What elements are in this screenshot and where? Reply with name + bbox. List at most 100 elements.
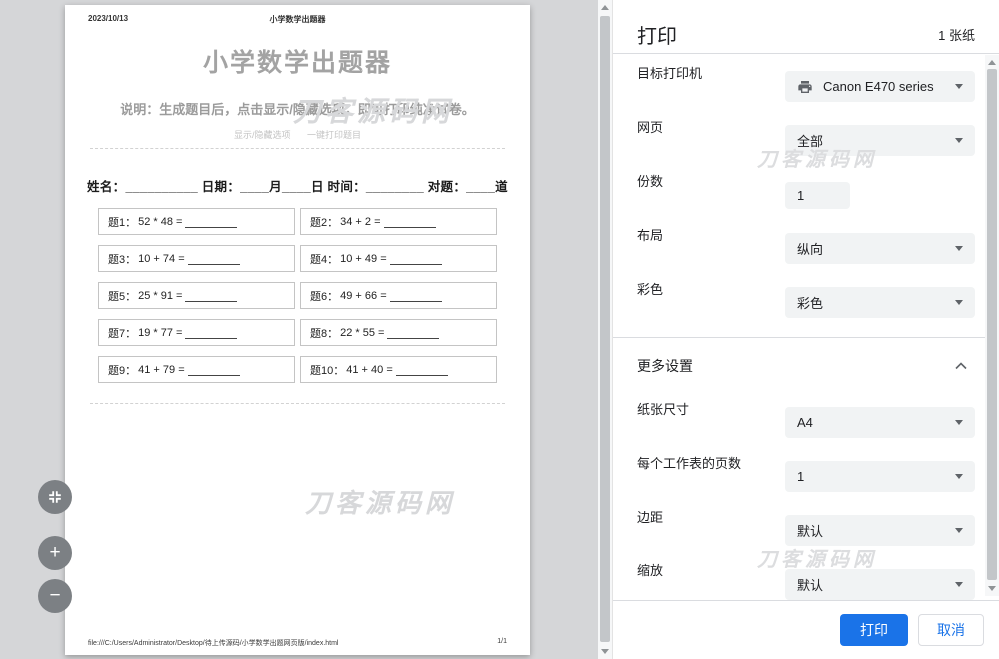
sheet-count: 1 张纸 [938, 28, 975, 43]
problem-expression: 19 * 77 = [138, 326, 183, 339]
color-label: 彩色 [637, 282, 664, 297]
problem-label: 题2： [310, 216, 339, 229]
print-settings-panel: 打印 1 张纸 目标打印机 Canon E470 series 网页 全部 份数… [613, 0, 999, 659]
margins-label: 边距 [637, 510, 664, 525]
page-title: 小学数学出题器 [202, 49, 392, 77]
copies-value: 1 [797, 188, 805, 203]
layout-value: 纵向 [797, 242, 824, 257]
print-footer: file:///C:/Users/Administrator/Desktop/待… [88, 638, 507, 648]
scale-label: 缩放 [637, 563, 664, 578]
preview-scrollbar-thumb[interactable] [600, 16, 610, 642]
print-footer-page-number: 1/1 [497, 638, 507, 645]
print-header-title: 小学数学出题器 [269, 15, 326, 24]
problem-expression: 41 + 40 = [346, 363, 393, 376]
scroll-down-icon[interactable] [988, 586, 996, 591]
margins-select[interactable]: 默认 [785, 515, 975, 546]
layout-label: 布局 [637, 228, 664, 243]
color-value: 彩色 [797, 296, 824, 311]
copies-input[interactable]: 1 [785, 182, 850, 209]
problem-label: 题10： [310, 364, 345, 377]
problem-label: 题7： [108, 327, 137, 340]
problem-label: 题5： [108, 290, 137, 303]
answer-blank [185, 327, 238, 339]
problem-label: 题6： [310, 290, 339, 303]
copies-label: 份数 [637, 174, 664, 189]
problem-label: 题8： [310, 327, 339, 340]
answer-blank [185, 290, 238, 302]
problem-box-4: 题4： 10 + 49 = [300, 245, 497, 272]
zoom-out-button[interactable]: − [38, 579, 72, 613]
pages-value: 全部 [797, 134, 824, 149]
answer-blank [187, 364, 240, 376]
scroll-up-icon[interactable] [601, 5, 609, 10]
print-header: 2023/10/13 小学数学出题器 [88, 14, 507, 24]
chevron-down-icon [955, 420, 963, 425]
settings-scrollbar[interactable] [985, 55, 999, 596]
chevron-down-icon [955, 300, 963, 305]
chevron-down-icon [955, 528, 963, 533]
zoom-in-button[interactable]: + [38, 536, 72, 570]
problem-box-3: 题3： 10 + 74 = [98, 245, 295, 272]
print-header-date: 2023/10/13 [88, 14, 129, 23]
watermark: 刀客源码网 [757, 549, 877, 571]
preview-scrollbar[interactable] [598, 0, 613, 659]
layout-select[interactable]: 纵向 [785, 233, 975, 264]
problem-label: 题4： [310, 253, 339, 266]
watermark: 刀客源码网 [305, 488, 456, 518]
paper-size-label: 纸张尺寸 [637, 402, 690, 417]
print-preview-area: 2023/10/13 小学数学出题器 小学数学出题器 说明：生成题目后，点击显示… [0, 0, 598, 659]
answer-blank [185, 216, 238, 228]
answer-blank [383, 216, 436, 228]
cancel-button[interactable]: 取消 [918, 614, 984, 646]
preview-page: 2023/10/13 小学数学出题器 小学数学出题器 说明：生成题目后，点击显示… [65, 5, 530, 655]
problem-expression: 34 + 2 = [340, 215, 381, 228]
scroll-down-icon[interactable] [601, 649, 609, 654]
print-footer-url: file:///C:/Users/Administrator/Desktop/待… [88, 640, 339, 647]
scroll-up-icon[interactable] [988, 60, 996, 65]
pages-per-sheet-select[interactable]: 1 [785, 461, 975, 492]
panel-footer: 打印 取消 [613, 600, 999, 659]
problem-label: 题3： [108, 253, 137, 266]
problem-expression: 41 + 79 = [138, 363, 185, 376]
print-button[interactable]: 打印 [840, 614, 908, 646]
problem-box-9: 题9： 41 + 79 = [98, 356, 295, 383]
paper-size-select[interactable]: A4 [785, 407, 975, 438]
section-divider [613, 337, 999, 338]
fit-to-page-button[interactable] [38, 480, 72, 514]
chevron-down-icon [955, 582, 963, 587]
pages-label: 网页 [637, 120, 664, 135]
problem-box-5: 题5： 25 * 91 = [98, 282, 295, 309]
problem-box-8: 题8： 22 * 55 = [300, 319, 497, 346]
panel-body: 目标打印机 Canon E470 series 网页 全部 份数 1 布局 纵向… [613, 55, 999, 600]
panel-header: 打印 1 张纸 [613, 0, 999, 54]
problem-expression: 10 + 74 = [138, 252, 185, 265]
problems-grid: 题1： 52 * 48 = 题2： 34 + 2 = 题3： 10 + 74 = 题4… [98, 208, 497, 383]
problem-label: 题9： [108, 364, 137, 377]
toggle-options-button[interactable]: 显示/隐藏选项 [234, 130, 291, 140]
dashed-divider-top [90, 148, 505, 149]
scale-select[interactable]: 默认 [785, 569, 975, 600]
panel-title: 打印 [637, 26, 677, 48]
student-info-line: 姓名：__________ 日期：____月____日 时间：________ … [87, 180, 508, 194]
color-select[interactable]: 彩色 [785, 287, 975, 318]
minus-icon: − [49, 585, 61, 606]
pages-select[interactable]: 全部 [785, 125, 975, 156]
destination-select[interactable]: Canon E470 series [785, 71, 975, 102]
problem-box-7: 题7： 19 * 77 = [98, 319, 295, 346]
answer-blank [387, 327, 440, 339]
scale-value: 默认 [797, 578, 824, 593]
more-settings-label: 更多设置 [637, 358, 693, 374]
problem-expression: 49 + 66 = [340, 289, 387, 302]
instructions-text: 说明：生成题目后，点击显示/隐藏选项，即可打印纯净试卷。 [120, 102, 475, 117]
fit-to-page-icon [47, 489, 63, 505]
destination-label: 目标打印机 [637, 66, 703, 81]
settings-scrollbar-thumb[interactable] [987, 69, 997, 580]
problem-box-10: 题10： 41 + 40 = [300, 356, 497, 383]
problem-expression: 22 * 55 = [340, 326, 385, 339]
chevron-down-icon [955, 246, 963, 251]
margins-value: 默认 [797, 524, 824, 539]
answer-blank [389, 253, 442, 265]
plus-icon: + [49, 542, 61, 563]
more-settings-toggle[interactable]: 更多设置 [613, 348, 985, 380]
print-questions-button[interactable]: 一键打印题目 [307, 130, 361, 140]
